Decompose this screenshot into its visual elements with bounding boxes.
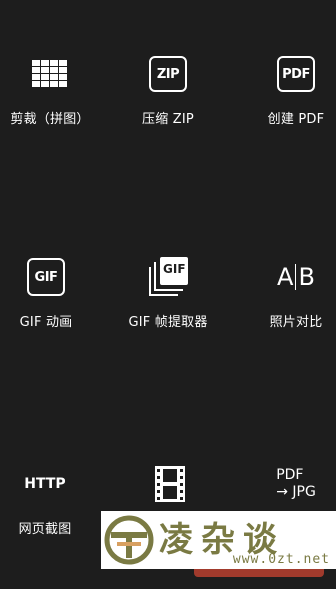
pdf-tool[interactable]: PDF 创建 PDF xyxy=(240,52,336,172)
gif-animation-tool[interactable]: GIF GIF 动画 xyxy=(0,255,102,375)
gif-frame-extractor-tool[interactable]: GIF GIF 帧提取器 xyxy=(112,255,224,375)
zip-icon-text: ZIP xyxy=(149,56,187,92)
watermark-logo-icon xyxy=(103,514,155,566)
gif-frames-icon-text: GIF xyxy=(163,262,186,276)
pdf-label: 创建 PDF xyxy=(267,112,325,127)
pdf-to-jpg-line1: PDF xyxy=(276,467,304,483)
watermark-banner: 凌杂谈 www.0zt.net xyxy=(101,511,336,569)
zip-label: 压缩 ZIP xyxy=(142,112,194,127)
watermark-accent-bar xyxy=(194,569,324,577)
pdf-to-jpg-icon: PDF → JPG xyxy=(266,462,326,506)
pdf-icon-text: PDF xyxy=(277,56,315,92)
gif-icon-text: GIF xyxy=(27,258,65,296)
webpage-capture-label: 网页截图 xyxy=(18,522,72,537)
gif-icon: GIF xyxy=(16,255,76,299)
film-icon xyxy=(140,462,200,506)
compare-divider xyxy=(295,264,297,290)
tools-grid: 剪裁（拼图） ZIP 压缩 ZIP PDF 创建 PDF GIF GIF 动画 … xyxy=(0,0,336,589)
gif-frame-extractor-label: GIF 帧提取器 xyxy=(128,315,208,330)
crop-stitch-tool[interactable]: 剪裁（拼图） xyxy=(0,52,106,172)
http-icon-text: HTTP xyxy=(24,476,66,492)
pdf-icon: PDF xyxy=(266,52,326,96)
zip-tool[interactable]: ZIP 压缩 ZIP xyxy=(112,52,224,172)
gif-animation-label: GIF 动画 xyxy=(19,315,73,330)
http-icon: HTTP xyxy=(15,462,75,506)
crop-stitch-label: 剪裁（拼图） xyxy=(10,112,90,127)
photo-compare-label: 照片对比 xyxy=(269,315,323,330)
compare-icon-right: B xyxy=(298,263,315,291)
compare-icon-left: A xyxy=(277,263,294,291)
zip-icon: ZIP xyxy=(138,52,198,96)
pdf-to-jpg-line2: → JPG xyxy=(276,484,316,500)
grid-icon xyxy=(20,52,80,96)
gif-frames-icon: GIF xyxy=(138,255,198,299)
webpage-capture-tool[interactable]: HTTP 网页截图 xyxy=(0,462,101,582)
watermark-url: www.0zt.net xyxy=(232,552,330,567)
compare-icon: A B xyxy=(266,255,326,299)
photo-compare-tool[interactable]: A B 照片对比 xyxy=(240,255,336,375)
